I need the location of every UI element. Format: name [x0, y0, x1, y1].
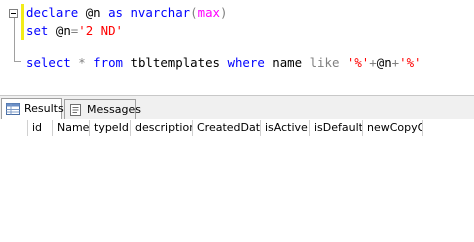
tab-messages-label: Messages — [87, 103, 141, 116]
results-grid-icon — [6, 103, 20, 115]
string-literal: '%' — [399, 55, 422, 70]
function-keyword: max — [197, 5, 221, 20]
change-indicator-bar — [21, 4, 24, 40]
variable: @n — [85, 5, 101, 20]
column-header-isactive[interactable]: isActive — [261, 120, 310, 136]
messages-icon — [70, 104, 81, 116]
type-keyword: nvarchar — [130, 5, 191, 20]
variable: @n — [376, 55, 392, 70]
sql-editor[interactable]: declare @n as nvarchar(max) set @n='2 ND… — [0, 0, 474, 95]
operator: * — [78, 55, 86, 70]
keyword: as — [108, 5, 123, 20]
outline-line — [14, 14, 15, 61]
keyword: from — [93, 55, 124, 70]
results-tabstrip: Results Messages — [0, 95, 474, 120]
code-line-1[interactable]: declare @n as nvarchar(max) — [26, 4, 227, 22]
column-header-createddate[interactable]: CreatedDate — [193, 120, 261, 136]
results-grid[interactable]: id Name typeId description CreatedDate i… — [0, 119, 474, 242]
variable: @n — [55, 23, 71, 38]
outline-end — [14, 61, 21, 62]
row-header-corner[interactable] — [0, 120, 28, 136]
keyword: select — [26, 55, 71, 70]
column-header-name[interactable]: Name — [53, 120, 90, 136]
string-literal: '2 ND' — [78, 23, 124, 38]
tab-results[interactable]: Results — [1, 98, 64, 120]
operator: like — [309, 55, 340, 70]
operator: + — [369, 55, 377, 70]
keyword: where — [227, 55, 265, 70]
column-header-typeid[interactable]: typeId — [90, 120, 131, 136]
grid-header-row: id Name typeId description CreatedDate i… — [0, 120, 474, 136]
code-line-2[interactable]: set @n='2 ND' — [26, 22, 123, 40]
collapse-icon[interactable] — [9, 9, 18, 18]
keyword: set — [26, 23, 49, 38]
keyword: declare — [26, 5, 79, 20]
column-name: name — [272, 55, 303, 70]
table-name: tbltemplates — [130, 55, 221, 70]
column-header-id[interactable]: id — [28, 120, 53, 136]
paren: ) — [220, 5, 228, 20]
column-header-description[interactable]: description — [131, 120, 193, 136]
string-literal: '%' — [346, 55, 370, 70]
column-header-isdefault[interactable]: isDefault — [310, 120, 363, 136]
column-header-newcopyof[interactable]: newCopyOf — [363, 120, 423, 136]
tab-messages[interactable]: Messages — [64, 99, 141, 120]
paren: ( — [190, 5, 198, 20]
code-line-3[interactable]: select * from tbltemplates where name li… — [26, 54, 422, 72]
tab-results-label: Results — [24, 102, 64, 115]
